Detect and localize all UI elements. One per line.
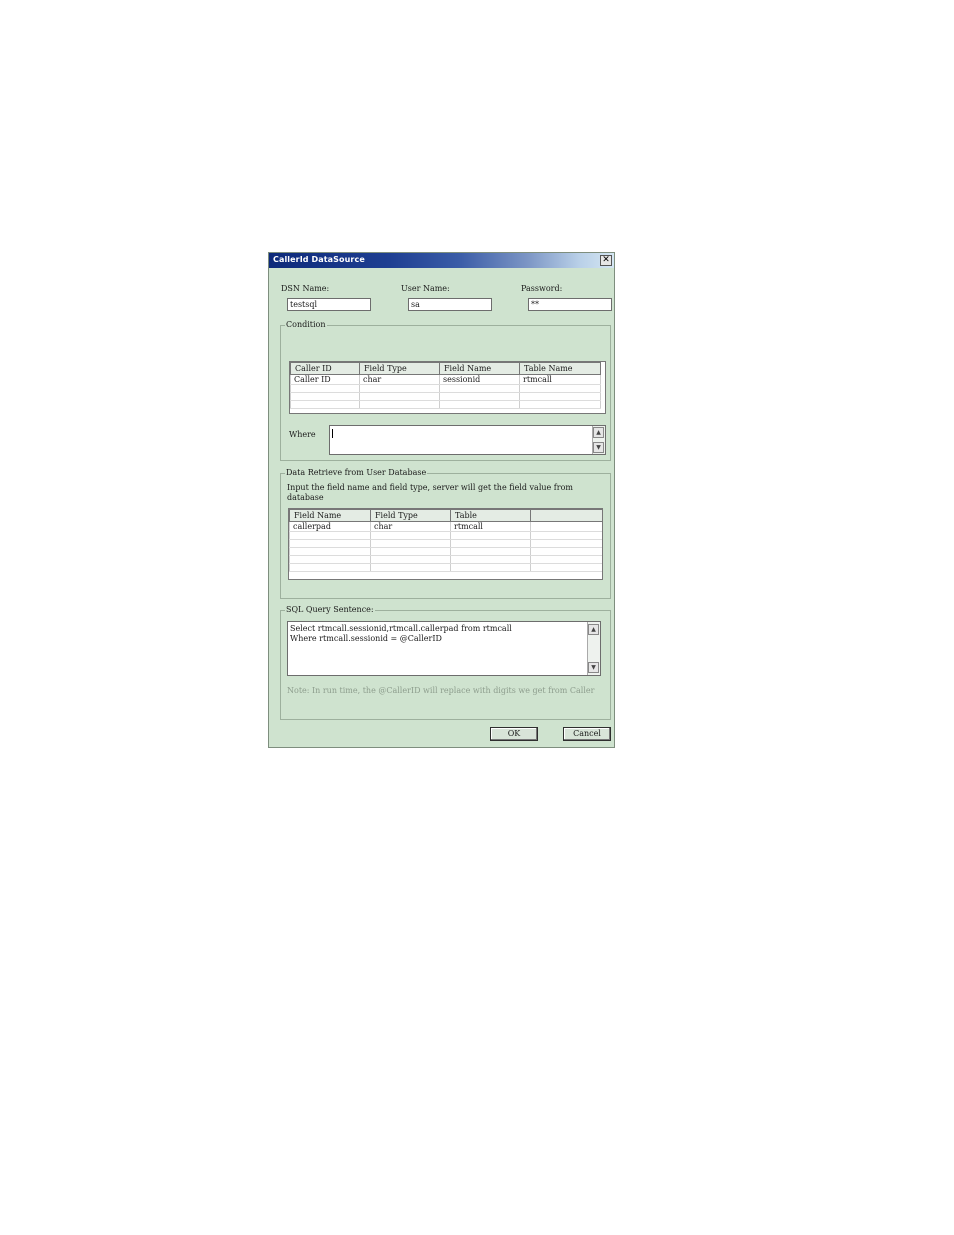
condition-col-field-name[interactable]: Field Name	[439, 362, 520, 375]
close-button[interactable]: ✕	[600, 255, 612, 266]
retrieve-col-field-name[interactable]: Field Name	[289, 509, 371, 522]
retrieve-col-table[interactable]: Table	[450, 509, 531, 522]
table-cell[interactable]	[370, 547, 451, 556]
text-caret	[332, 429, 333, 438]
table-cell[interactable]	[519, 400, 601, 409]
up-arrow-icon[interactable]: ▲	[593, 427, 604, 438]
where-label: Where	[289, 430, 316, 439]
table-row[interactable]: Caller ID char sessionid rtmcall	[290, 374, 601, 385]
table-cell[interactable]	[450, 563, 531, 572]
sql-scrollbar[interactable]: ▲ ▼	[587, 622, 600, 675]
user-name-label: User Name:	[401, 284, 450, 293]
table-row[interactable]	[290, 400, 601, 409]
condition-col-table-name[interactable]: Table Name	[519, 362, 601, 375]
table-cell[interactable]	[530, 563, 602, 572]
condition-group-title: Condition	[285, 320, 327, 329]
table-cell[interactable]: callerpad	[289, 521, 371, 532]
up-arrow-icon[interactable]: ▲	[588, 624, 599, 635]
table-cell[interactable]	[290, 400, 360, 409]
table-row[interactable]: callerpad char rtmcall	[289, 521, 602, 532]
table-cell[interactable]	[290, 384, 360, 393]
table-cell[interactable]	[450, 547, 531, 556]
sql-query-text: Select rtmcall.sessionid,rtmcall.callerp…	[290, 624, 512, 644]
data-retrieve-group: Data Retrieve from User Database Input t…	[280, 468, 611, 599]
table-cell[interactable]	[370, 563, 451, 572]
down-arrow-icon[interactable]: ▼	[588, 662, 599, 673]
table-cell[interactable]	[519, 384, 601, 393]
table-cell[interactable]: rtmcall	[450, 521, 531, 532]
data-retrieve-group-title: Data Retrieve from User Database	[285, 468, 428, 477]
table-cell[interactable]	[359, 392, 440, 401]
password-label: Password:	[521, 284, 563, 293]
table-row[interactable]	[289, 539, 602, 548]
table-cell[interactable]	[439, 392, 520, 401]
down-arrow-icon[interactable]: ▼	[593, 442, 604, 453]
retrieve-grid[interactable]: Field Name Field Type Table callerpad ch…	[288, 508, 603, 580]
sql-query-textarea[interactable]: Select rtmcall.sessionid,rtmcall.callerp…	[287, 621, 601, 676]
sql-line-1: Select rtmcall.sessionid,rtmcall.callerp…	[290, 624, 512, 633]
table-row[interactable]	[289, 555, 602, 564]
condition-col-caller-id[interactable]: Caller ID	[290, 362, 360, 375]
table-cell[interactable]	[289, 555, 371, 564]
where-scrollbar[interactable]: ▲ ▼	[592, 426, 605, 454]
table-cell[interactable]	[530, 521, 602, 532]
table-cell[interactable]	[370, 555, 451, 564]
condition-group: Condition Caller ID Field Type Field Nam…	[280, 320, 611, 461]
where-textarea[interactable]: ▲ ▼	[329, 425, 606, 455]
table-cell[interactable]: sessionid	[439, 374, 520, 385]
table-cell[interactable]	[450, 531, 531, 540]
dsn-name-label: DSN Name:	[281, 284, 330, 293]
table-cell[interactable]: Caller ID	[290, 374, 360, 385]
sql-query-group-title: SQL Query Sentence:	[285, 605, 375, 614]
retrieve-col-extra[interactable]	[530, 509, 602, 522]
condition-col-field-type[interactable]: Field Type	[359, 362, 440, 375]
close-icon: ✕	[602, 255, 610, 265]
table-cell[interactable]	[450, 539, 531, 548]
table-row[interactable]	[290, 384, 601, 393]
dsn-name-input[interactable]: testsql	[287, 298, 371, 311]
ok-button[interactable]: OK	[490, 727, 538, 741]
table-cell[interactable]	[439, 400, 520, 409]
table-cell[interactable]	[289, 547, 371, 556]
table-row[interactable]	[289, 563, 602, 572]
table-cell[interactable]	[289, 531, 371, 540]
table-row[interactable]	[289, 547, 602, 556]
table-cell[interactable]: char	[359, 374, 440, 385]
table-cell[interactable]	[530, 531, 602, 540]
table-cell[interactable]	[359, 400, 440, 409]
window-title: CallerId DataSource	[273, 255, 365, 264]
table-cell[interactable]	[370, 531, 451, 540]
sql-line-2: Where rtmcall.sessionid = @CallerID	[290, 634, 442, 643]
user-name-input[interactable]: sa	[408, 298, 492, 311]
table-row[interactable]	[290, 392, 601, 401]
condition-grid[interactable]: Caller ID Field Type Field Name Table Na…	[289, 361, 606, 414]
table-cell[interactable]	[530, 555, 602, 564]
cancel-button[interactable]: Cancel	[563, 727, 611, 741]
table-cell[interactable]	[450, 555, 531, 564]
title-bar[interactable]: CallerId DataSource ✕	[269, 253, 614, 268]
table-cell[interactable]	[530, 547, 602, 556]
table-cell[interactable]	[359, 384, 440, 393]
table-row[interactable]	[289, 531, 602, 540]
table-cell[interactable]	[290, 392, 360, 401]
table-cell[interactable]	[530, 539, 602, 548]
sql-note: Note: In run time, the @CallerID will re…	[287, 686, 595, 695]
data-retrieve-description: Input the field name and field type, ser…	[287, 483, 573, 502]
table-cell[interactable]	[519, 392, 601, 401]
table-cell[interactable]: char	[370, 521, 451, 532]
table-cell[interactable]	[289, 539, 371, 548]
retrieve-col-field-type[interactable]: Field Type	[370, 509, 451, 522]
sql-query-group: SQL Query Sentence: Select rtmcall.sessi…	[280, 605, 611, 720]
table-cell[interactable]	[370, 539, 451, 548]
table-cell[interactable]	[289, 563, 371, 572]
table-cell[interactable]	[439, 384, 520, 393]
callerid-datasource-dialog: CallerId DataSource ✕ DSN Name: testsql …	[268, 252, 615, 748]
password-input[interactable]: **	[528, 298, 612, 311]
table-cell[interactable]: rtmcall	[519, 374, 601, 385]
